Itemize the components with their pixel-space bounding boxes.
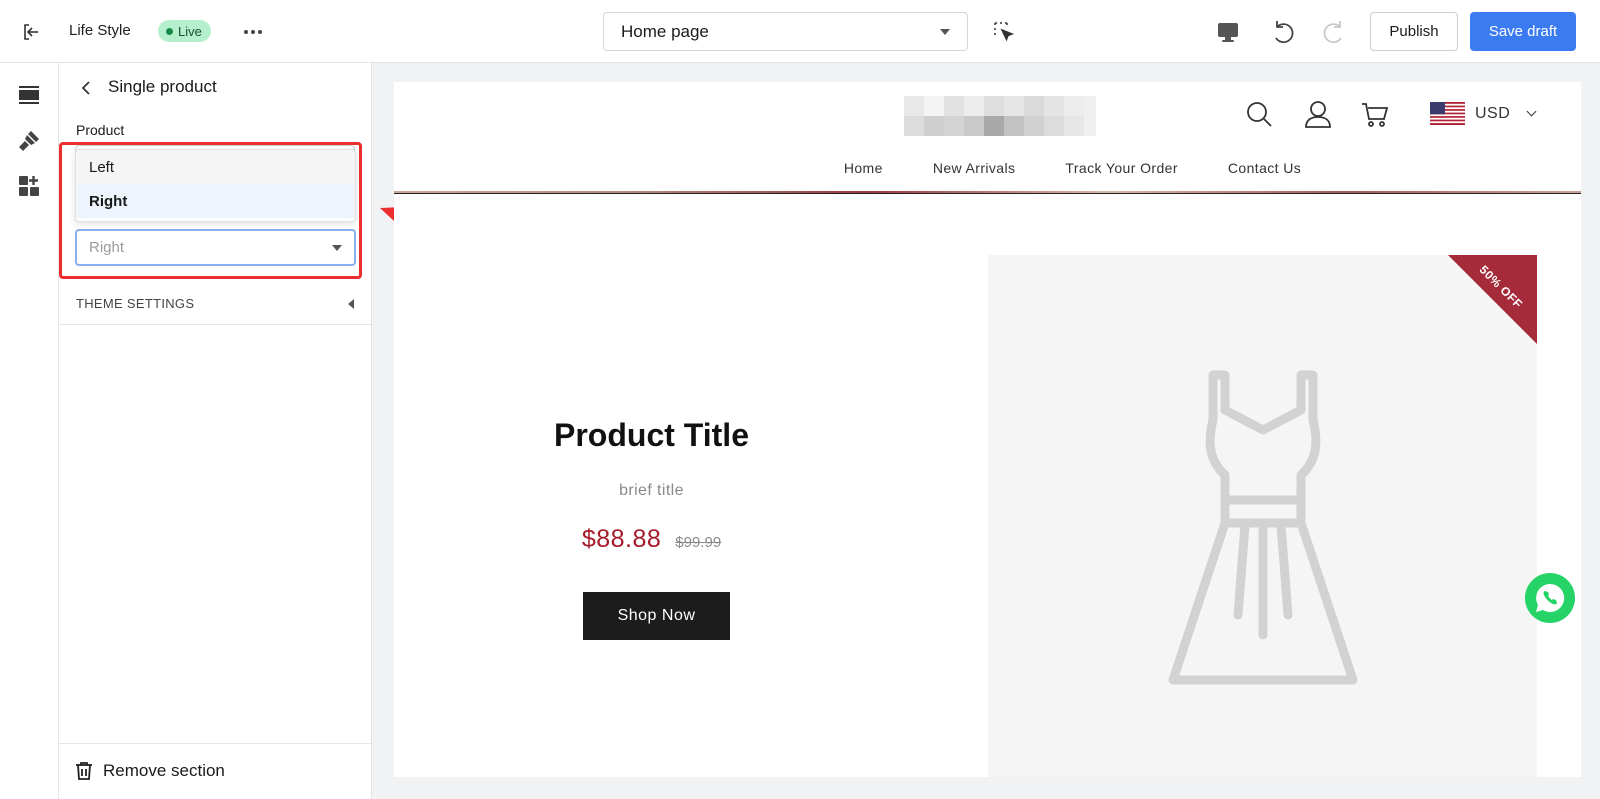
redo-icon[interactable]: [1320, 18, 1348, 46]
nav-link-new-arrivals[interactable]: New Arrivals: [933, 160, 1016, 176]
product-image[interactable]: 50% OFF: [988, 255, 1537, 777]
store-nav: Home New Arrivals Track Your Order Conta…: [394, 160, 1581, 176]
store-name: Life Style: [69, 22, 131, 39]
product-price: $88.88: [581, 525, 662, 553]
layout-select[interactable]: Right: [75, 229, 356, 266]
nav-link-home[interactable]: Home: [844, 160, 883, 176]
chevron-down-icon: [332, 244, 342, 251]
sections-icon[interactable]: [17, 83, 43, 109]
dropdown-option-right[interactable]: Right: [76, 184, 355, 218]
chevron-down-icon: [1526, 106, 1537, 117]
theme-settings-label: THEME SETTINGS: [76, 296, 195, 311]
save-draft-button[interactable]: Save draft: [1470, 12, 1576, 51]
layout-dropdown-menu: Left Right: [75, 149, 356, 222]
page-selector-label: Home page: [621, 21, 709, 41]
theme-brush-icon[interactable]: [17, 129, 43, 155]
icon-rail: [0, 63, 59, 799]
currency-label: USD: [1475, 104, 1511, 122]
more-icon[interactable]: [240, 19, 266, 45]
product-title: Product Title: [554, 417, 749, 453]
publish-button[interactable]: Publish: [1370, 12, 1458, 51]
product-field-label: Product: [76, 122, 125, 138]
whatsapp-icon[interactable]: [1525, 573, 1575, 623]
top-bar: Life Style Live Home page Publish Save d…: [0, 0, 1600, 63]
theme-settings-toggle[interactable]: THEME SETTINGS: [59, 283, 371, 325]
remove-section-button[interactable]: Remove section: [75, 761, 225, 781]
store-logo: [904, 96, 1096, 136]
shop-now-button[interactable]: Shop Now: [583, 592, 730, 640]
nav-link-track-order[interactable]: Track Your Order: [1065, 160, 1177, 176]
search-icon[interactable]: [1244, 99, 1274, 129]
nav-link-contact[interactable]: Contact Us: [1228, 160, 1301, 176]
product-compare-price: $99.99: [675, 534, 722, 551]
trash-icon: [76, 762, 92, 780]
desktop-icon[interactable]: [1215, 19, 1241, 45]
panel-title: Single product: [108, 77, 217, 96]
page-selector[interactable]: Home page: [603, 12, 968, 51]
account-icon[interactable]: [1303, 99, 1333, 129]
live-status-label: Live: [178, 23, 202, 39]
nav-divider: [394, 193, 1581, 194]
product-brief: brief title: [619, 482, 684, 499]
live-dot-icon: [166, 27, 173, 35]
settings-panel: Single product Product Left Right Right …: [59, 63, 372, 799]
currency-selector[interactable]: USD: [1430, 102, 1537, 125]
undo-icon[interactable]: [1269, 18, 1297, 46]
chevron-down-icon: [940, 28, 950, 35]
product-prices: $88.88 $99.99: [454, 525, 849, 554]
dress-placeholder-icon: [1168, 370, 1358, 685]
live-status-badge: Live: [158, 20, 211, 42]
select-element-icon[interactable]: [992, 20, 1016, 44]
us-flag-icon: [1430, 102, 1465, 125]
store-preview: USD Home New Arrivals Track Your Order C…: [394, 82, 1581, 777]
dropdown-option-left[interactable]: Left: [76, 150, 355, 184]
layout-select-value: Right: [89, 239, 125, 256]
remove-section-label: Remove section: [103, 761, 225, 780]
panel-footer: Remove section: [59, 743, 371, 799]
cart-icon[interactable]: [1360, 99, 1390, 129]
discount-ribbon: 50% OFF: [1448, 255, 1537, 344]
back-arrow-icon[interactable]: [77, 78, 97, 98]
apps-icon[interactable]: [17, 174, 43, 200]
exit-icon[interactable]: [18, 19, 44, 45]
chevron-left-icon: [348, 298, 354, 309]
